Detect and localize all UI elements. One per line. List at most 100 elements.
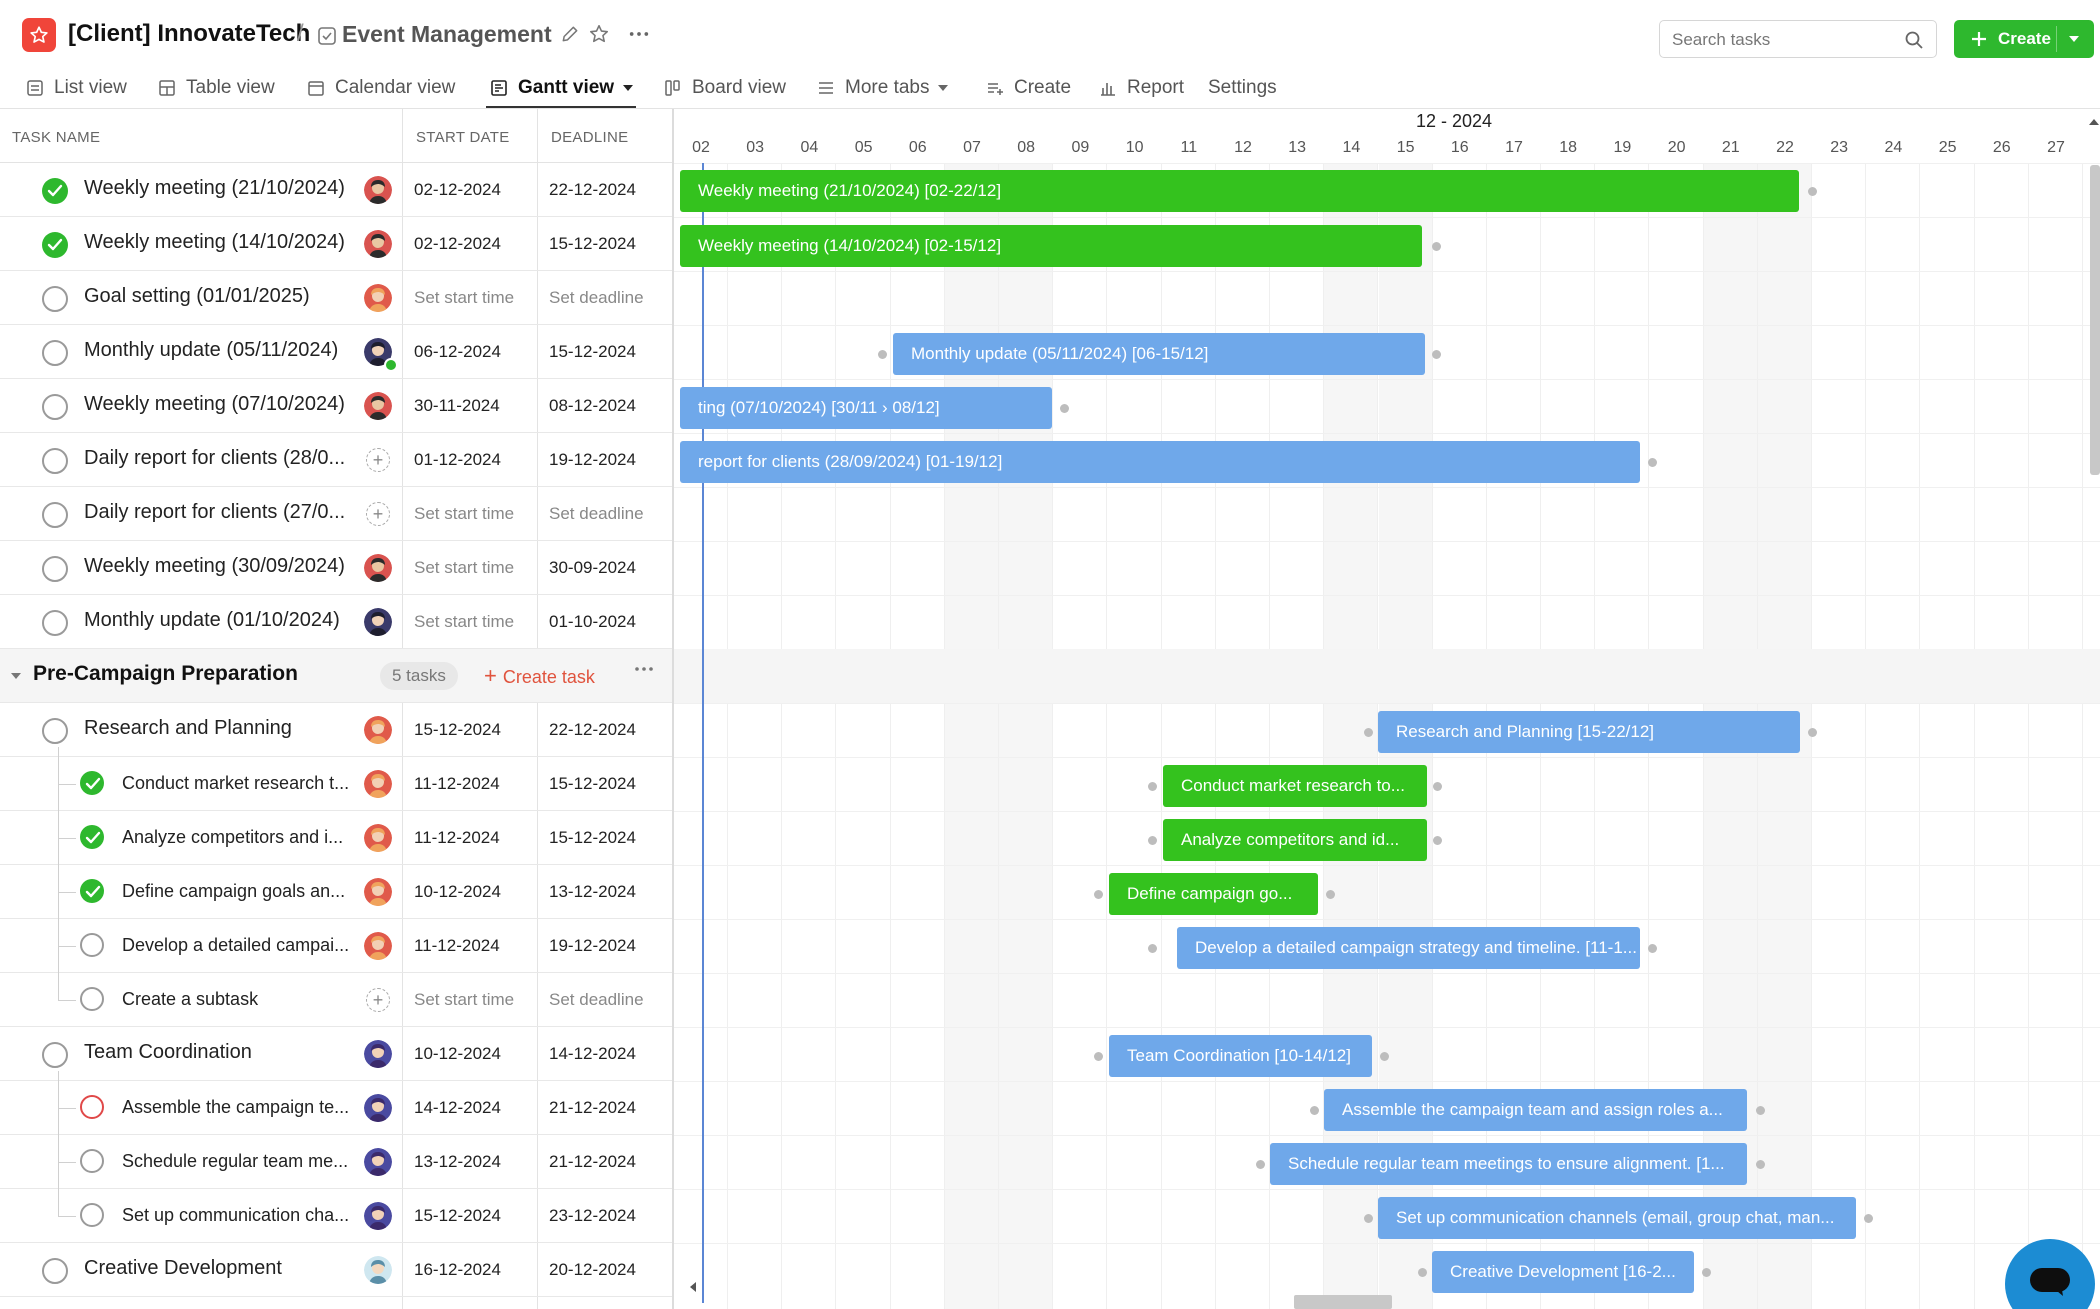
gantt-task-bar[interactable]: Creative Development [16-2... [1432,1251,1694,1293]
dependency-handle[interactable] [1060,404,1069,413]
dependency-handle[interactable] [1310,1106,1319,1115]
create-task-button[interactable]: + Create task [484,663,595,689]
deadline-date[interactable]: 19-12-2024 [549,450,636,470]
caret-down-icon[interactable] [622,83,634,93]
start-date[interactable]: Set start time [414,504,514,524]
scroll-up-icon[interactable] [2088,117,2100,127]
dependency-handle[interactable] [1648,458,1657,467]
task-checkbox[interactable] [42,340,68,366]
gantt-task-bar[interactable]: Research and Planning [15-22/12] [1378,711,1800,753]
task-row[interactable]: Develop a detailed campai... 11-12-2024 19… [0,919,672,973]
tab-table-view[interactable]: Table view [158,72,275,104]
start-date[interactable]: Set start time [414,558,514,578]
deadline-date[interactable]: 22-12-2024 [549,720,636,740]
start-date[interactable]: 11-12-2024 [414,828,500,848]
task-name[interactable]: Creative Development [84,1257,282,1280]
deadline-date[interactable]: 30-09-2024 [549,558,636,578]
task-name[interactable]: Daily report for clients (27/0... [84,501,345,524]
dependency-handle[interactable] [1808,187,1817,196]
dependency-handle[interactable] [1432,350,1441,359]
gantt-task-bar[interactable]: Monthly update (05/11/2024) [06-15/12] [893,333,1425,375]
start-date[interactable]: 30-11-2024 [414,396,500,416]
task-name[interactable]: Weekly meeting (21/10/2024) [84,177,345,200]
task-name[interactable]: Schedule regular team me... [122,1151,348,1172]
dependency-handle[interactable] [1433,782,1442,791]
task-row[interactable]: Daily report for clients (27/0... + Set st… [0,487,672,541]
start-date[interactable]: 02-12-2024 [414,180,501,200]
deadline-date[interactable]: 22-12-2024 [549,180,636,200]
dependency-handle[interactable] [1148,782,1157,791]
task-name[interactable]: Weekly meeting (14/10/2024) [84,231,345,254]
task-checkbox[interactable] [42,718,68,744]
assignee-avatar[interactable] [364,878,392,906]
search-input[interactable] [1672,28,1892,52]
task-name[interactable]: Monthly update (05/11/2024) [84,339,338,362]
search-icon[interactable] [1904,30,1924,50]
assignee-avatar[interactable] [364,1256,392,1284]
assignee-avatar[interactable] [364,230,392,258]
deadline-date[interactable]: 15-12-2024 [549,342,636,362]
dependency-handle[interactable] [1648,944,1657,953]
dependency-handle[interactable] [1094,890,1103,899]
deadline-date[interactable]: 14-12-2024 [549,1044,636,1064]
deadline-date[interactable]: 13-12-2024 [549,882,636,902]
dependency-handle[interactable] [1364,1214,1373,1223]
dependency-handle[interactable] [1094,1052,1103,1061]
start-date[interactable]: Set start time [414,990,514,1010]
gantt-task-bar[interactable]: Conduct market research to... [1163,765,1427,807]
assignee-avatar[interactable] [364,716,392,744]
assignee-avatar[interactable] [364,176,392,204]
task-row[interactable]: Conduct market research t... 11-12-2024 15… [0,757,672,811]
task-name[interactable]: Set up communication cha... [122,1205,349,1226]
tab-settings[interactable]: Settings [1208,72,1277,104]
scroll-left-icon[interactable] [688,1281,698,1293]
start-date[interactable]: 01-12-2024 [414,450,501,470]
task-row[interactable]: Weekly meeting (14/10/2024) 02-12-2024 15-… [0,217,672,271]
deadline-date[interactable]: 08-12-2024 [549,396,636,416]
task-checkbox[interactable] [42,556,68,582]
start-date[interactable]: 15-12-2024 [414,720,501,740]
task-name[interactable]: Create a subtask [122,989,258,1010]
task-complete-checkbox[interactable] [80,771,104,795]
start-date[interactable]: 13-12-2024 [414,1152,501,1172]
task-complete-checkbox[interactable] [42,178,68,204]
start-date[interactable]: 06-12-2024 [414,342,501,362]
deadline-date[interactable]: 15-12-2024 [549,828,636,848]
assignee-avatar[interactable] [364,1040,392,1068]
task-checkbox[interactable] [42,394,68,420]
deadline-date[interactable]: Set deadline [549,504,644,524]
task-name[interactable]: Weekly meeting (30/09/2024) [84,555,345,578]
assignee-avatar[interactable] [364,1094,392,1122]
deadline-date[interactable]: 23-12-2024 [549,1206,636,1226]
tab-list-view[interactable]: List view [26,72,127,104]
deadline-date[interactable]: Set deadline [549,990,644,1010]
start-date[interactable]: Set start time [414,612,514,632]
gantt-task-bar[interactable]: Weekly meeting (21/10/2024) [02-22/12] [680,170,1799,212]
caret-down-icon[interactable] [2066,32,2082,46]
task-checkbox[interactable] [42,448,68,474]
horizontal-scroll-thumb[interactable] [1294,1295,1392,1309]
assignee-avatar[interactable] [364,1148,392,1176]
deadline-date[interactable]: 19-12-2024 [549,936,636,956]
start-date[interactable]: 15-12-2024 [414,1206,501,1226]
task-name[interactable]: Weekly meeting (07/10/2024) [84,393,345,416]
deadline-date[interactable]: 21-12-2024 [549,1152,636,1172]
more-icon[interactable] [632,657,656,681]
task-row[interactable]: Create a subtask + Set start time Set deadl… [0,973,672,1027]
dependency-handle[interactable] [1148,944,1157,953]
deadline-date[interactable]: Set deadline [549,288,644,308]
gantt-task-bar[interactable]: Set up communication channels (email, gr… [1378,1197,1856,1239]
start-date[interactable]: Set start time [414,288,514,308]
assignee-avatar[interactable] [364,932,392,960]
column-deadline[interactable]: DEADLINE [551,129,628,146]
task-row[interactable]: Daily report for clients (28/0... +01-12-… [0,433,672,487]
column-task-name[interactable]: TASK NAME [12,129,100,146]
tab-more-tabs[interactable]: More tabs [817,72,959,104]
task-row[interactable]: Monthly update (05/11/2024) 06-12-2024 15-… [0,325,672,379]
assignee-avatar[interactable] [364,608,392,636]
task-name[interactable]: Analyze competitors and i... [122,827,343,848]
horizontal-scrollbar[interactable] [688,1295,2088,1309]
dependency-handle[interactable] [1433,836,1442,845]
assignee-avatar[interactable] [364,770,392,798]
task-checkbox[interactable] [42,1042,68,1068]
